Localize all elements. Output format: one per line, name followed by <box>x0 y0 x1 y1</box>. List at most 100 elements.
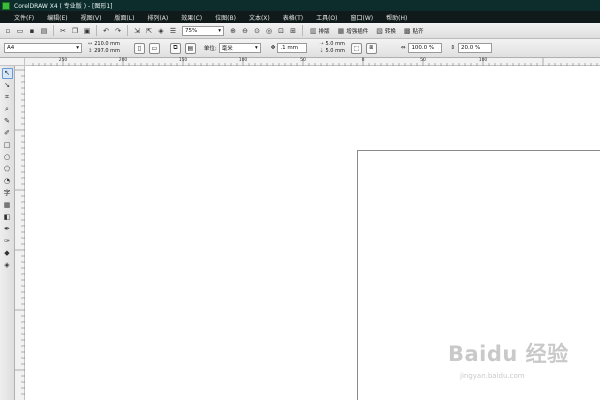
ruler-label: 50 <box>420 58 426 63</box>
basic-shapes-icon[interactable]: ◔ <box>2 176 13 187</box>
duplicate-y-icon: ⇣ <box>319 48 324 54</box>
menu-tools[interactable]: 工具(O) <box>316 13 337 22</box>
nudge-distance-field[interactable]: .1 mm <box>277 43 308 53</box>
redo-icon[interactable]: ↷ <box>113 26 123 36</box>
ruler-label: 100 <box>238 58 248 63</box>
export-icon[interactable]: ⇱ <box>144 26 154 36</box>
nudge-distance: ✥ .1 mm <box>271 43 308 53</box>
scale-icon: ⇕ <box>450 45 456 51</box>
horizontal-ruler[interactable]: 250 200 150 100 50 0 50 100 <box>25 58 600 66</box>
zoom-level-combo[interactable]: 75% ▾ <box>182 25 224 36</box>
menu-effects[interactable]: 效果(C) <box>181 13 202 22</box>
ruler-origin[interactable] <box>0 58 25 66</box>
zoom-all-icon[interactable]: ◎ <box>264 26 274 36</box>
import-icon[interactable]: ⇲ <box>132 26 142 36</box>
zoom-width-icon[interactable]: ⊞ <box>288 26 298 36</box>
page-size-combo[interactable]: A4 ▾ <box>4 43 82 53</box>
vertical-ruler[interactable] <box>15 66 25 400</box>
crop-tool-icon[interactable]: ⌗ <box>2 92 13 103</box>
watermark-url: jingyan.baidu.com <box>460 372 525 380</box>
interactive-blend-icon[interactable]: ◧ <box>2 212 13 223</box>
all-pages-icon: ⧉ <box>173 44 178 51</box>
application-launcher-icon[interactable]: ◈ <box>156 26 166 36</box>
all-pages-button[interactable]: ⧉ <box>169 42 181 54</box>
page-width-field[interactable]: 210.0 mm <box>94 41 120 48</box>
title-bar: CorelDRAW X4 ( 专业版 ) - [图形1] <box>0 0 600 11</box>
portrait-icon: ▯ <box>137 44 142 52</box>
zoom-tool-icon[interactable]: ⌕ <box>2 104 13 115</box>
portrait-button[interactable]: ▯ <box>133 42 145 54</box>
ellipse-tool-icon[interactable]: ○ <box>2 152 13 163</box>
outline-tool-icon[interactable]: ✑ <box>2 236 13 247</box>
duplicate-y-field[interactable]: 5.0 mm <box>326 48 345 55</box>
layout-button[interactable]: ▥ 排版 <box>310 27 330 35</box>
cut-icon[interactable]: ✂ <box>58 26 68 36</box>
duplicate-x-field[interactable]: 5.0 mm <box>326 41 345 48</box>
layout-label: 排版 <box>318 28 330 35</box>
scale-percent-2-field[interactable]: 20.0 % <box>458 43 493 53</box>
treat-as-filled-button[interactable]: ⬚ <box>350 42 362 54</box>
freehand-tool-icon[interactable]: ✎ <box>2 116 13 127</box>
menu-bitmaps[interactable]: 位图(B) <box>215 13 236 22</box>
menu-edit[interactable]: 编辑(E) <box>47 13 67 22</box>
new-document-icon[interactable]: ▫ <box>3 26 13 36</box>
units-combo[interactable]: 毫米 ▾ <box>218 43 261 53</box>
snap-object-icon: ⧈ <box>369 44 374 51</box>
toolbox: ↖ ↘ ⌗ ⌕ ✎ ✐ □ ○ ⬠ ◔ 字 ▦ ◧ ✒ ✑ ◆ ◈ <box>0 66 15 400</box>
pick-tool-icon[interactable]: ↖ <box>1 67 13 79</box>
shape-tool-icon[interactable]: ↘ <box>2 80 13 91</box>
menu-layout[interactable]: 版面(L) <box>114 13 134 22</box>
convert-icon: ▧ <box>376 26 383 35</box>
zoom-page-icon[interactable]: ⊡ <box>276 26 286 36</box>
menu-bar: 文件(F) 编辑(E) 视图(V) 版面(L) 排列(A) 效果(C) 位图(B… <box>0 11 600 23</box>
page-height-field[interactable]: 297.0 mm <box>94 48 120 55</box>
eyedropper-icon[interactable]: ✒ <box>2 224 13 235</box>
standard-toolbar: ▫ ▭ ▪ ▤ ✂ ❐ ▣ ↶ ↷ ⇲ ⇱ ◈ ☰ 75% ▾ ⊕ ⊖ ⊙ ◎ … <box>0 23 600 39</box>
menu-table[interactable]: 表格(T) <box>283 13 303 22</box>
chevron-down-icon: ▾ <box>76 45 79 51</box>
landscape-button[interactable]: ▭ <box>148 42 160 54</box>
undo-icon[interactable]: ↶ <box>101 26 111 36</box>
convert-label: 转换 <box>384 28 396 35</box>
scale-percent-1-field[interactable]: 100.0 % <box>408 43 443 53</box>
ruler-label: 50 <box>300 58 306 63</box>
menu-text[interactable]: 文本(X) <box>249 13 270 22</box>
current-page-button[interactable]: ▤ <box>184 42 196 54</box>
ruler-label: 0 <box>361 58 365 63</box>
smart-fill-icon[interactable]: ✐ <box>2 128 13 139</box>
menu-arrange[interactable]: 排列(A) <box>147 13 168 22</box>
menu-help[interactable]: 帮助(H) <box>386 13 407 22</box>
ruler-label: 250 <box>58 58 68 63</box>
fill-tool-icon[interactable]: ◆ <box>2 248 13 259</box>
window-title: CorelDRAW X4 ( 专业版 ) - [图形1] <box>14 3 113 10</box>
open-folder-icon[interactable]: ▭ <box>15 26 25 36</box>
menu-view[interactable]: 视图(V) <box>81 13 102 22</box>
ruler-ticks <box>32 58 598 66</box>
scale-icon: ⇔ <box>400 45 406 51</box>
menu-file[interactable]: 文件(F) <box>14 13 34 22</box>
corel-online-icon[interactable]: ☰ <box>168 26 178 36</box>
copy-icon[interactable]: ❐ <box>70 26 80 36</box>
rectangle-tool-icon[interactable]: □ <box>2 140 13 151</box>
text-tool-icon[interactable]: 字 <box>2 188 13 199</box>
zoom-out-icon[interactable]: ⊖ <box>240 26 250 36</box>
print-icon[interactable]: ▤ <box>39 26 49 36</box>
page-dimensions: ↔ 210.0 mm ↕ 297.0 mm <box>88 41 120 55</box>
paste-icon[interactable]: ▣ <box>82 26 92 36</box>
snap-to-button[interactable]: ▩ 贴齐 <box>404 27 424 35</box>
zoom-in-icon[interactable]: ⊕ <box>228 26 238 36</box>
table-tool-icon[interactable]: ▦ <box>2 200 13 211</box>
convert-button[interactable]: ▧ 转换 <box>376 27 396 35</box>
menu-window[interactable]: 窗口(W) <box>351 13 374 22</box>
save-icon[interactable]: ▪ <box>27 26 37 36</box>
interactive-fill-icon[interactable]: ◈ <box>2 260 13 271</box>
snap-object-button[interactable]: ⧈ <box>365 42 377 54</box>
scale-percent-1: ⇔ 100.0 % <box>401 43 443 53</box>
coreldraw-app-icon[interactable] <box>2 1 10 10</box>
ruler-label: 200 <box>118 58 128 63</box>
zoom-level-value: 75% <box>185 27 198 34</box>
units-label: 单位: <box>203 46 217 52</box>
polygon-tool-icon[interactable]: ⬠ <box>2 164 13 175</box>
enhance-plugin-button[interactable]: ▦ 增强插件 <box>338 27 369 35</box>
zoom-selected-icon[interactable]: ⊙ <box>252 26 262 36</box>
